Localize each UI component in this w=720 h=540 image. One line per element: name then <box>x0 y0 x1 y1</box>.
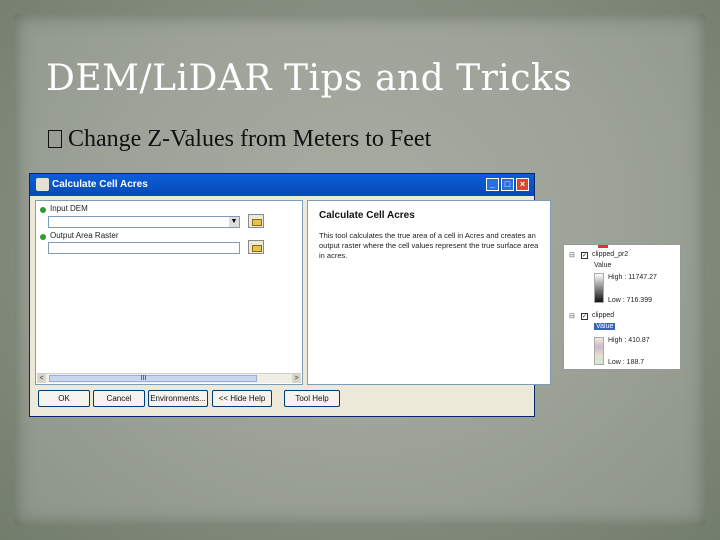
close-button[interactable]: × <box>516 178 529 191</box>
layer-visibility-checkbox[interactable]: ✓ <box>581 252 588 259</box>
scroll-grip-icon: III <box>140 375 147 382</box>
tool-icon <box>36 178 49 191</box>
layer-high-value: High : 410.87 <box>608 337 650 344</box>
calculate-cell-acres-dialog: Calculate Cell Acres _ □ × Input DEM ▼ O… <box>29 173 551 417</box>
cancel-button[interactable]: Cancel <box>93 390 145 407</box>
selection-marker <box>598 245 608 248</box>
layer-name[interactable]: clipped_pr2 <box>592 251 628 258</box>
layer-field: Value <box>594 262 612 269</box>
ok-button[interactable]: OK <box>38 390 90 407</box>
parameters-pane: Input DEM ▼ Output Area Raster < III > <box>35 200 303 385</box>
input-dem-label: Input DEM <box>50 204 88 213</box>
help-title: Calculate Cell Acres <box>319 210 415 221</box>
input-dem-field[interactable]: ▼ <box>48 216 240 228</box>
dialog-title: Calculate Cell Acres <box>52 179 148 190</box>
grayscale-ramp-icon <box>594 273 604 303</box>
output-area-raster-label: Output Area Raster <box>50 231 119 240</box>
horizontal-scrollbar[interactable]: < III > <box>37 373 301 383</box>
layer-visibility-checkbox[interactable]: ✓ <box>581 313 588 320</box>
required-param-icon <box>40 234 46 240</box>
slide-bullet: Change Z-Values from Meters to Feet <box>48 126 431 153</box>
dialog-titlebar[interactable]: Calculate Cell Acres _ □ × <box>30 174 534 196</box>
scroll-thumb[interactable] <box>49 375 257 382</box>
layer-field: Value <box>594 323 616 330</box>
help-text: This tool calculates the true area of a … <box>319 231 539 260</box>
color-ramp-icon <box>594 337 604 365</box>
required-param-icon <box>40 207 46 213</box>
chevron-down-icon[interactable]: ▼ <box>229 217 239 227</box>
hide-help-button[interactable]: << Hide Help <box>212 390 272 407</box>
collapse-icon[interactable]: ⊟ <box>569 312 575 320</box>
table-of-contents-inset: ⊟ ✓ clipped_pr2 Value High : 11747.27 Lo… <box>563 244 681 370</box>
output-browse-button[interactable] <box>248 240 264 254</box>
tool-help-button[interactable]: Tool Help <box>284 390 340 407</box>
bullet-glyph-icon <box>48 130 62 148</box>
scroll-left-icon[interactable]: < <box>37 374 46 383</box>
scroll-right-icon[interactable]: > <box>292 374 301 383</box>
output-area-raster-field[interactable] <box>48 242 240 254</box>
minimize-button[interactable]: _ <box>486 178 499 191</box>
layer-low-value: Low : 716.399 <box>608 297 652 304</box>
layer-high-value: High : 11747.27 <box>608 274 657 281</box>
layer-low-value: Low : 188.7 <box>608 359 645 366</box>
help-pane: Calculate Cell Acres This tool calculate… <box>307 200 551 385</box>
maximize-button[interactable]: □ <box>501 178 514 191</box>
layer-name[interactable]: clipped <box>592 312 614 319</box>
input-dem-browse-button[interactable] <box>248 214 264 228</box>
slide-title: DEM/LiDAR Tips and Tricks <box>46 58 573 99</box>
bullet-text: Change Z-Values from Meters to Feet <box>68 126 432 152</box>
environments-button[interactable]: Environments... <box>148 390 208 407</box>
collapse-icon[interactable]: ⊟ <box>569 251 575 259</box>
